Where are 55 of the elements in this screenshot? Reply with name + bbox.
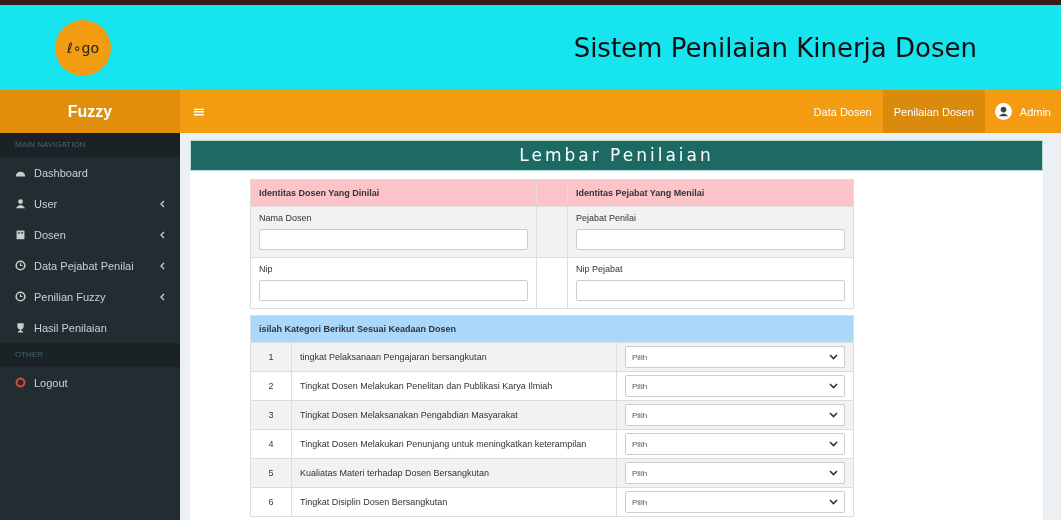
chevron-down-icon bbox=[829, 354, 838, 360]
table-cell: Tingkat Disiplin Dosen Bersangkutan bbox=[291, 487, 617, 517]
chevron-down-icon bbox=[829, 499, 838, 505]
page-title: Lembar Penilaian bbox=[190, 140, 1043, 171]
select-dropdown[interactable]: Pilih bbox=[625, 491, 845, 513]
input-field[interactable] bbox=[259, 280, 528, 301]
row-number: 1 bbox=[250, 342, 292, 372]
circle-icon bbox=[15, 377, 26, 388]
clock-icon bbox=[15, 260, 26, 271]
sidebar-item[interactable]: Logout bbox=[0, 367, 180, 398]
table-heading: isilah Kategori Berikut Sesuai Keadaan Dosen bbox=[250, 315, 854, 343]
sidebar-item[interactable]: User bbox=[0, 188, 180, 219]
section-heading: MAIN NAVIGATION bbox=[0, 133, 180, 157]
sidebar-item[interactable]: Dosen bbox=[0, 219, 180, 250]
table-cell: Tingkat Dosen Melakukan Penelitan dan Publikasi Karya Ilmiah bbox=[291, 371, 617, 401]
site-title: Sistem Penilaian Kinerja Dosen bbox=[573, 32, 977, 63]
clock-icon bbox=[15, 291, 26, 302]
row-number: 2 bbox=[250, 371, 292, 401]
table-heading: Identitas Dosen Yang Dinilai bbox=[250, 179, 537, 207]
chevron-down-icon bbox=[829, 441, 838, 447]
table-cell: Tingkat Dosen Melakukan Penunjang untuk meningkatkan keterampilan bbox=[291, 429, 617, 459]
field-label: Nip Pejabat bbox=[576, 264, 623, 274]
avatar-icon bbox=[994, 103, 1012, 120]
table-cell: Kualiatas Materi terhadap Dosen Bersangkutan bbox=[291, 458, 617, 488]
select-dropdown[interactable]: Pilih bbox=[625, 375, 845, 397]
select-dropdown[interactable]: Pilih bbox=[625, 346, 845, 368]
sidebar-item[interactable]: Hasil Penilaian bbox=[0, 312, 180, 343]
sidebar-item[interactable]: Penilian Fuzzy bbox=[0, 281, 180, 312]
chevron-down-icon bbox=[829, 470, 838, 476]
field-label: Nip bbox=[259, 264, 273, 274]
row-number: 3 bbox=[250, 400, 292, 430]
table-cell: Tingkat Dosen Melaksanakan Pengabdian Masyarakat bbox=[291, 400, 617, 430]
sidebar-item[interactable]: Dashboard bbox=[0, 157, 180, 188]
select-dropdown[interactable]: Pilih bbox=[625, 404, 845, 426]
table-cell: tingkat Pelaksanaan Pengajaran bersangkutan bbox=[291, 342, 617, 372]
chevron-down-icon bbox=[829, 412, 838, 418]
select-dropdown[interactable]: Pilih bbox=[625, 433, 845, 455]
sidebar-item[interactable]: Data Pejabat Penilai bbox=[0, 250, 180, 281]
section-heading: OTHER bbox=[0, 343, 180, 367]
row-number: 4 bbox=[250, 429, 292, 459]
building-icon bbox=[15, 229, 26, 240]
row-number: 5 bbox=[250, 458, 292, 488]
input-field[interactable] bbox=[576, 280, 845, 301]
field-label: Nama Dosen bbox=[259, 213, 312, 223]
user-icon bbox=[15, 198, 26, 209]
logo: ℓ∘go bbox=[55, 19, 111, 76]
trophy-icon bbox=[15, 322, 26, 333]
select-dropdown[interactable]: Pilih bbox=[625, 462, 845, 484]
brand-label: Fuzzy bbox=[0, 90, 180, 133]
field-label: Pejabat Penilai bbox=[576, 213, 637, 223]
table-heading: Identitas Pejabat Yang Menilai bbox=[567, 179, 854, 207]
input-field[interactable] bbox=[259, 229, 528, 250]
chevron-down-icon bbox=[829, 383, 838, 389]
input-field[interactable] bbox=[576, 229, 845, 250]
row-number: 6 bbox=[250, 487, 292, 517]
